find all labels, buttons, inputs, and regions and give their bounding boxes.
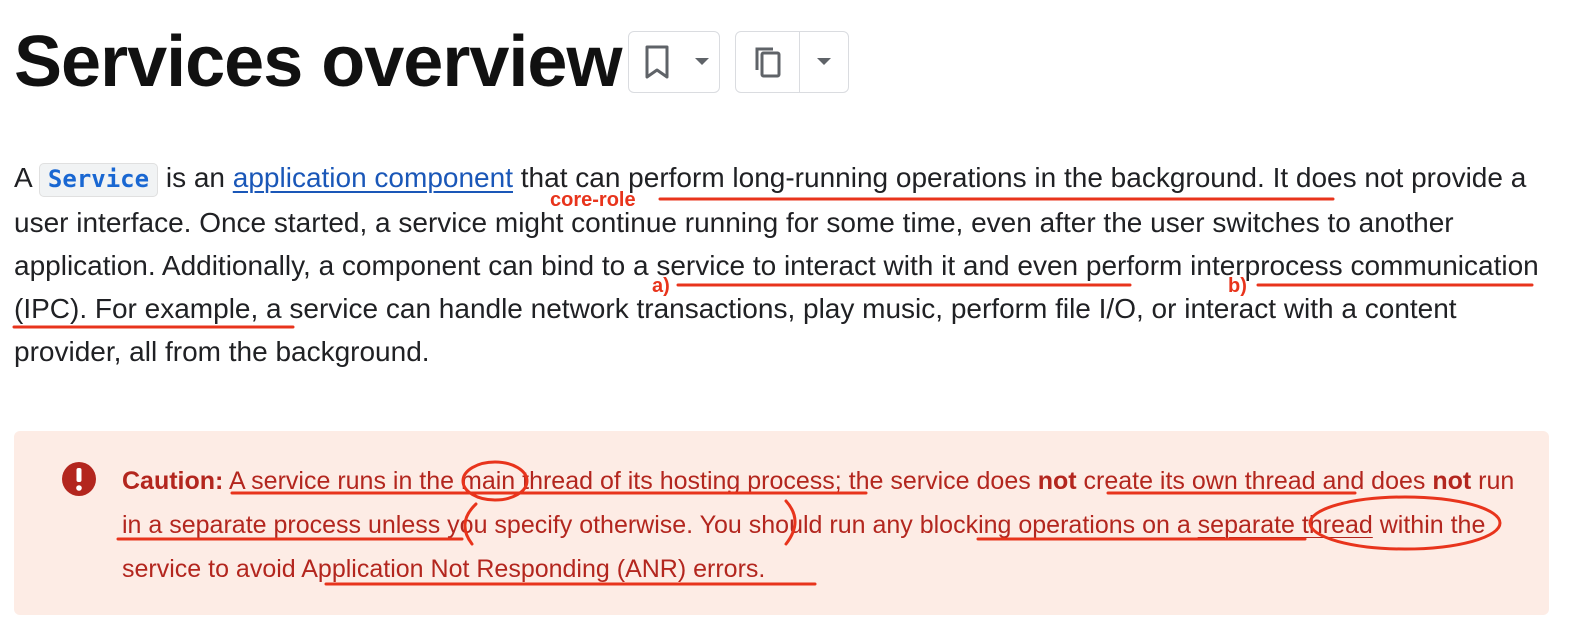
page-title: Services overview <box>14 22 622 102</box>
copy-dropdown-button[interactable] <box>799 32 848 92</box>
error-icon <box>62 462 96 496</box>
bookmark-button-group <box>628 31 720 93</box>
caution-text-2: create its own thread and does <box>1076 467 1433 495</box>
emphasis-not: not <box>1037 467 1077 495</box>
intro-text-2: is an <box>158 162 233 193</box>
caution-text-1: A service runs in the main thread of its… <box>223 467 1038 495</box>
caution-label: Caution: <box>122 467 224 495</box>
chevron-down-icon <box>817 58 832 65</box>
copy-button[interactable] <box>736 32 799 92</box>
intro-paragraph: A Service is an application component th… <box>14 156 1558 373</box>
bookmark-dropdown-button[interactable] <box>685 32 719 92</box>
copy-icon <box>755 47 781 78</box>
page-header: Services overview <box>14 14 622 110</box>
application-component-link[interactable]: application component <box>233 162 513 193</box>
bookmark-icon <box>645 45 669 79</box>
chevron-down-icon <box>695 58 709 65</box>
separate-thread-link[interactable]: separate thread <box>1198 511 1373 539</box>
caution-text: Caution: A service runs in the main thre… <box>122 459 1527 591</box>
page: Services overview A Service is an applic… <box>0 0 1572 644</box>
service-code-term: Service <box>38 163 159 197</box>
copy-button-group <box>735 31 849 93</box>
emphasis-not: not <box>1432 467 1472 495</box>
caution-callout: Caution: A service runs in the main thre… <box>14 431 1549 615</box>
intro-text-start: A <box>14 162 39 193</box>
bookmark-button[interactable] <box>629 32 685 92</box>
